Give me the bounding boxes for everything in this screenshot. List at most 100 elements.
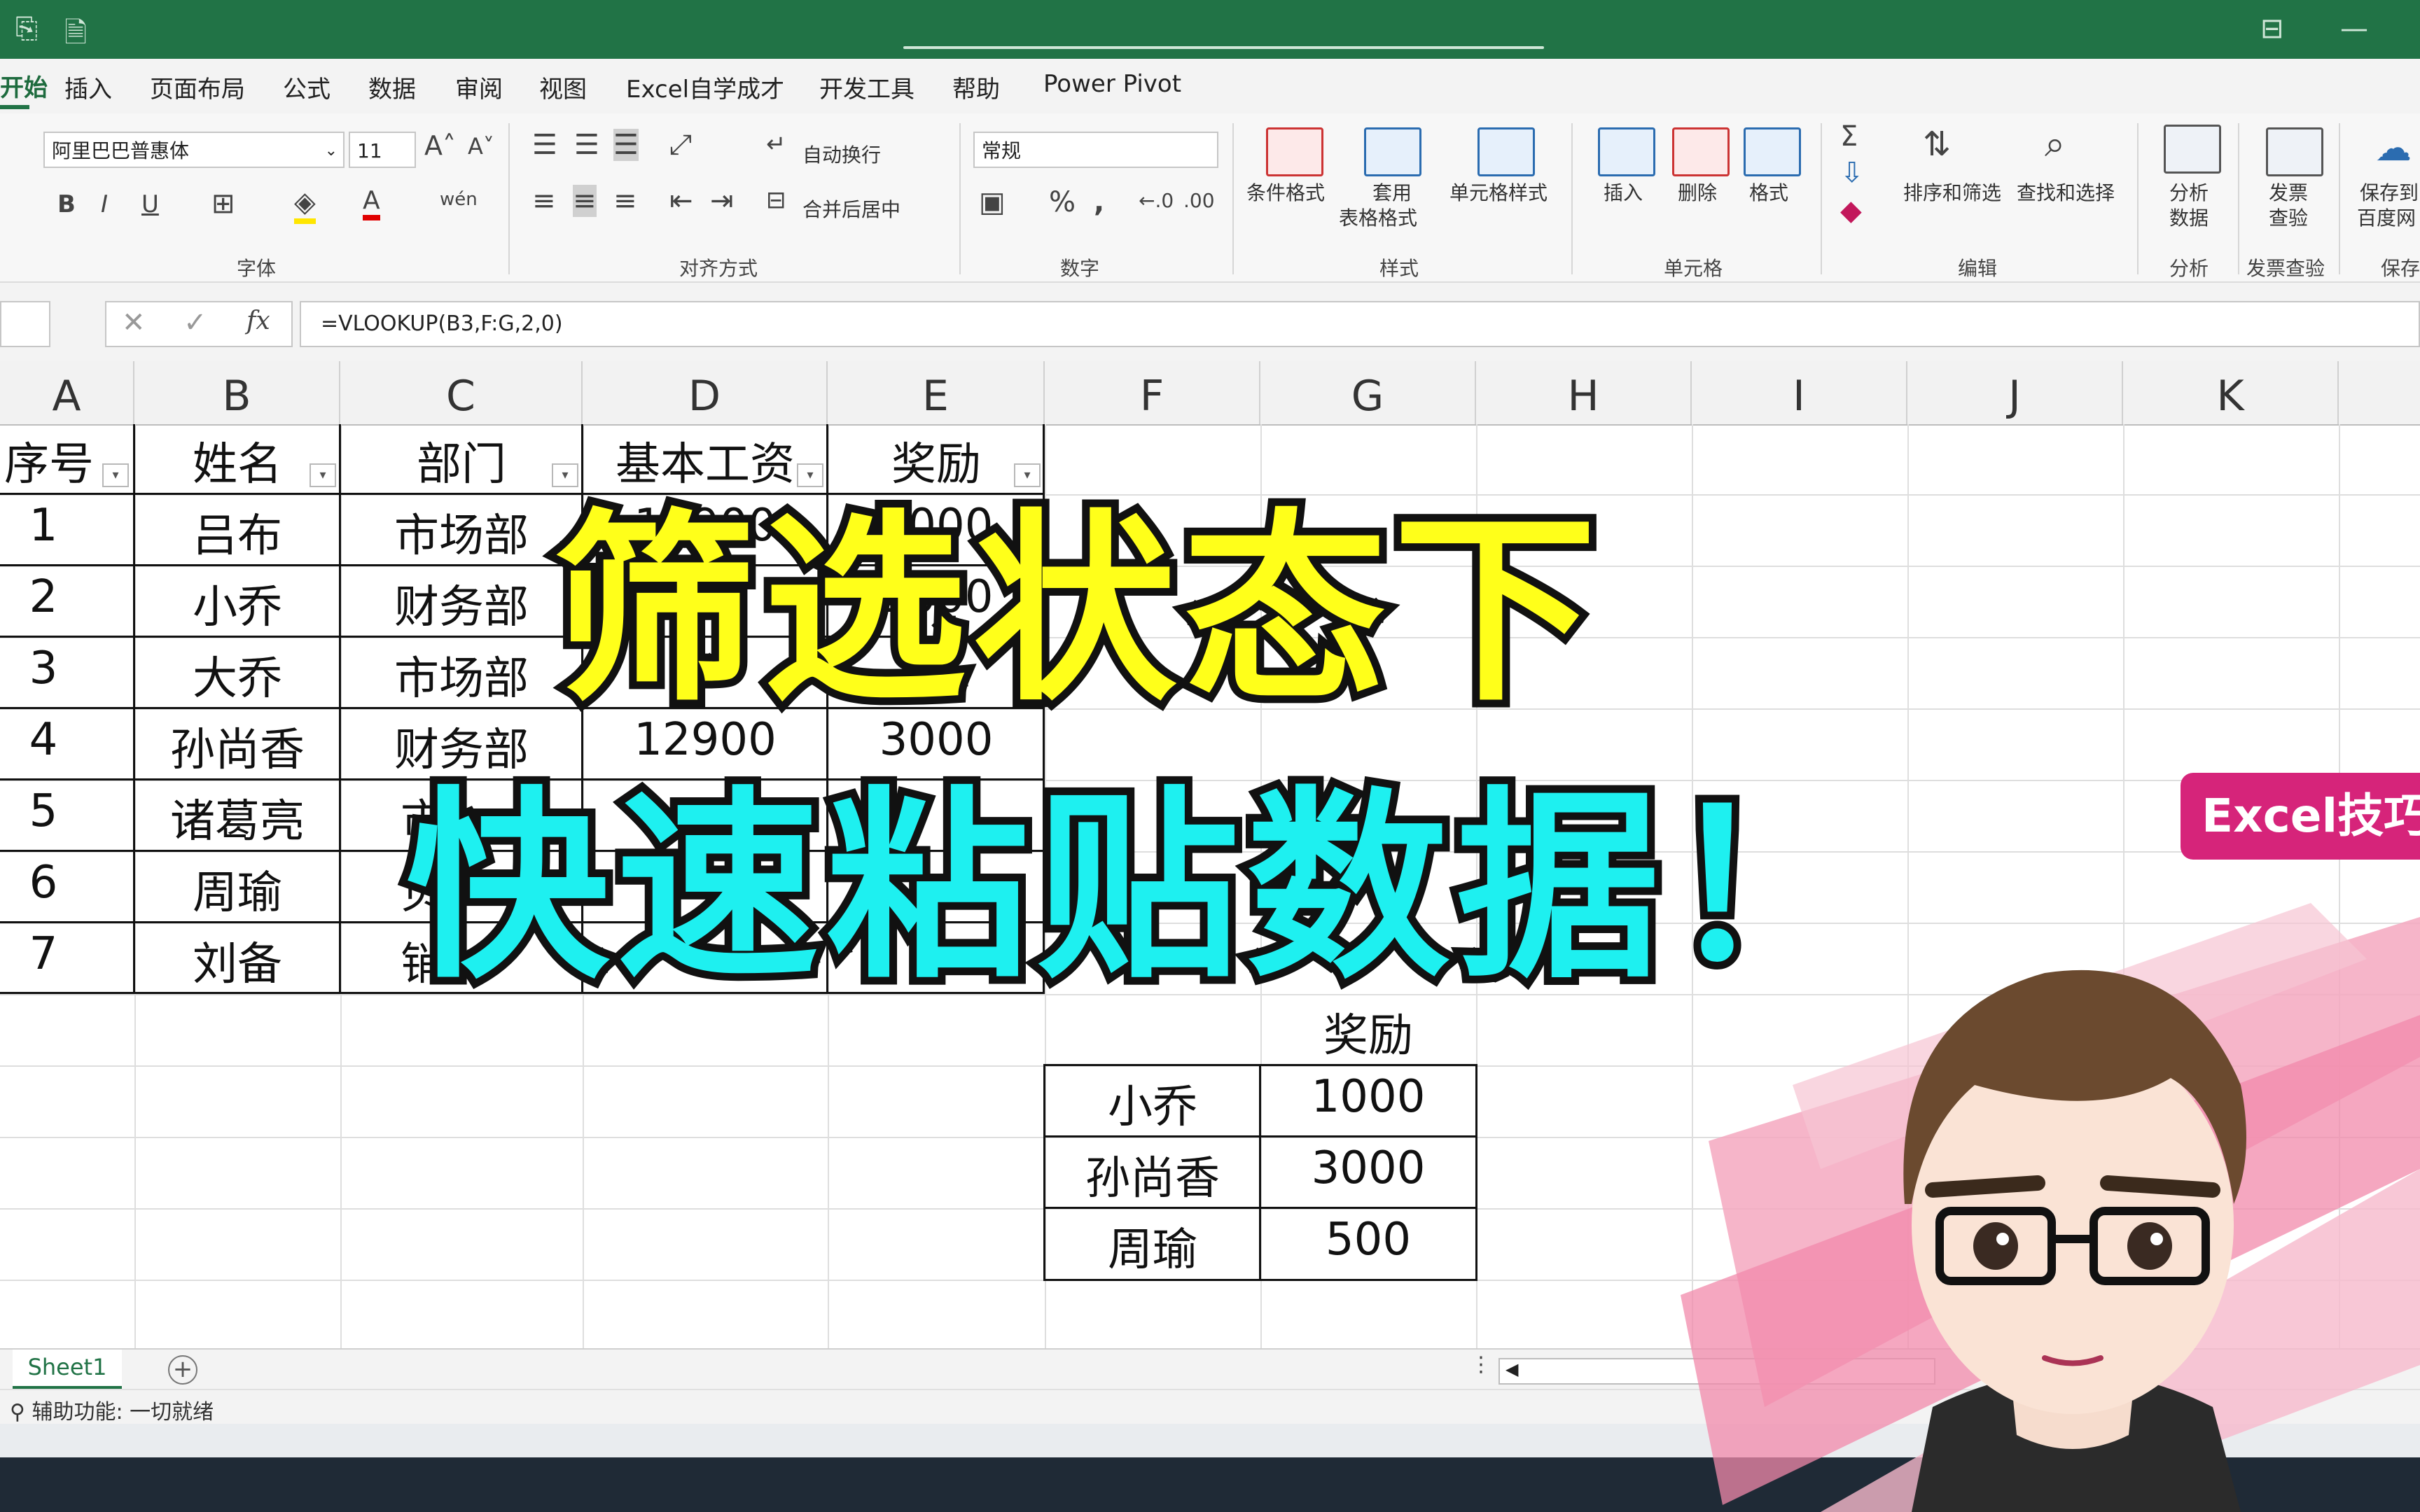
save-label-1[interactable]: 保存到	[2360, 181, 2419, 206]
italic-icon[interactable]: I	[101, 190, 108, 218]
autosave-icon[interactable]: ⎘	[15, 13, 38, 45]
column-header-k[interactable]: K	[2123, 361, 2339, 424]
underline-icon[interactable]: U	[141, 190, 159, 218]
column-header-e[interactable]: E	[828, 361, 1045, 424]
cancel-icon[interactable]: ✕	[122, 307, 146, 339]
column-header-b[interactable]: B	[134, 361, 340, 424]
increase-indent-icon[interactable]: ⇥	[710, 185, 734, 217]
tab-developer[interactable]: 开发工具	[819, 70, 915, 104]
tab-power-pivot[interactable]: Power Pivot	[1043, 70, 1181, 98]
lookup-cell[interactable]: 3000	[1260, 1142, 1476, 1194]
tab-home[interactable]: 开始	[0, 69, 48, 103]
number-format-select[interactable]: 常规	[973, 132, 1218, 168]
filter-dropdown-icon[interactable]: ▾	[797, 463, 823, 487]
sheet-tab[interactable]: Sheet1	[13, 1350, 122, 1390]
table-format-icon[interactable]	[1364, 127, 1421, 176]
align-right-icon[interactable]: ≡	[613, 185, 637, 217]
bold-icon[interactable]: B	[57, 190, 76, 218]
tab-insert[interactable]: 插入	[64, 70, 112, 104]
column-header-d[interactable]: D	[583, 361, 828, 424]
tab-view[interactable]: 视图	[539, 70, 587, 104]
filter-dropdown-icon[interactable]: ▾	[310, 463, 336, 487]
wrap-text-label[interactable]: 自动换行	[802, 140, 881, 168]
table-cell[interactable]: 周瑜	[134, 857, 340, 921]
format-cells-label[interactable]: 格式	[1749, 181, 1788, 206]
table-cell[interactable]: 孙尚香	[134, 714, 340, 778]
table-cell[interactable]: 4	[0, 714, 87, 766]
table-cell[interactable]: 6	[0, 857, 87, 909]
find-icon[interactable]: ⌕	[2045, 123, 2065, 166]
invoice-label-1[interactable]: 发票	[2269, 181, 2308, 206]
decrease-font-icon[interactable]: A˅	[468, 133, 494, 160]
column-header-j[interactable]: J	[1907, 361, 2123, 424]
table-cell[interactable]: 财务部	[340, 714, 583, 778]
header-cell-salary[interactable]: 基本工资	[583, 428, 828, 493]
table-cell[interactable]: 1	[0, 500, 87, 552]
insert-cells-label[interactable]: 插入	[1604, 181, 1643, 206]
autosum-icon[interactable]: Σ	[1840, 120, 1858, 153]
merge-icon[interactable]: ⊟	[766, 186, 786, 214]
filter-dropdown-icon[interactable]: ▾	[102, 463, 129, 487]
lookup-cell[interactable]: 孙尚香	[1045, 1142, 1260, 1207]
column-header-h[interactable]: H	[1476, 361, 1692, 424]
table-cell[interactable]: 小乔	[134, 571, 340, 636]
insert-cells-icon[interactable]	[1598, 127, 1655, 176]
align-center-icon[interactable]: ≡	[573, 185, 597, 217]
column-header-g[interactable]: G	[1260, 361, 1476, 424]
cell-styles-icon[interactable]	[1477, 127, 1535, 176]
align-middle-icon[interactable]: ☰	[574, 129, 599, 161]
decrease-indent-icon[interactable]: ⇤	[669, 185, 693, 217]
column-header-a[interactable]: A	[0, 361, 134, 424]
filter-dropdown-icon[interactable]: ▾	[552, 463, 578, 487]
accessibility-status[interactable]: ⚲ 辅助功能: 一切就绪	[10, 1394, 214, 1425]
fill-icon[interactable]: ⇩	[1840, 157, 1864, 189]
invoice-check-icon[interactable]	[2266, 127, 2323, 176]
analyze-label-1[interactable]: 分析	[2169, 181, 2209, 206]
filter-dropdown-icon[interactable]: ▾	[1014, 463, 1041, 487]
align-top-icon[interactable]: ☰	[532, 129, 557, 161]
merge-center-label[interactable]: 合并后居中	[802, 195, 900, 223]
table-cell[interactable]: 财务部	[340, 571, 583, 636]
sort-filter-label[interactable]: 排序和筛选	[1903, 181, 2001, 206]
delete-cells-label[interactable]: 删除	[1678, 181, 1717, 206]
table-cell[interactable]: 刘备	[134, 928, 340, 993]
tab-review[interactable]: 审阅	[455, 70, 503, 104]
align-bottom-icon[interactable]: ☰	[613, 129, 639, 161]
formula-input[interactable]: =VLOOKUP(B3,F:G,2,0)	[300, 301, 2420, 347]
cloud-save-icon[interactable]: ☁	[2375, 127, 2412, 169]
conditional-format-icon[interactable]	[1266, 127, 1323, 176]
enter-icon[interactable]: ✓	[183, 307, 207, 339]
analyze-data-icon[interactable]	[2164, 125, 2221, 174]
table-format-label-2[interactable]: 表格格式	[1339, 206, 1417, 231]
more-icon[interactable]: ⋮	[1470, 1352, 1491, 1377]
percent-icon[interactable]: %	[1049, 186, 1076, 218]
increase-decimal-icon[interactable]: ←.0	[1139, 189, 1174, 212]
table-cell[interactable]: 2	[0, 571, 87, 623]
column-header-c[interactable]: C	[340, 361, 583, 424]
tab-formulas[interactable]: 公式	[283, 70, 331, 104]
format-cells-icon[interactable]	[1744, 127, 1801, 176]
table-cell[interactable]: 5	[0, 785, 87, 837]
minimize-icon[interactable]: —	[2340, 13, 2368, 45]
align-left-icon[interactable]: ≡	[532, 185, 556, 217]
title-search-bar[interactable]	[903, 46, 1544, 49]
ribbon-display-icon[interactable]: ⊟	[2260, 13, 2284, 45]
increase-font-icon[interactable]: A˄	[424, 130, 456, 161]
lookup-cell[interactable]: 小乔	[1045, 1071, 1260, 1135]
column-header-i[interactable]: I	[1692, 361, 1907, 424]
cell-styles-label[interactable]: 单元格样式	[1449, 181, 1548, 206]
header-cell-dept[interactable]: 部门	[340, 428, 583, 493]
tab-help[interactable]: 帮助	[952, 70, 1000, 104]
scroll-left-icon[interactable]: ◀	[1505, 1359, 1518, 1379]
lookup-cell[interactable]: 1000	[1260, 1071, 1476, 1123]
decrease-decimal-icon[interactable]: .00	[1183, 189, 1215, 212]
tab-page-layout[interactable]: 页面布局	[150, 70, 245, 104]
currency-icon[interactable]: ▣	[979, 186, 1006, 218]
sort-filter-icon[interactable]: ⇅	[1923, 125, 1951, 164]
table-cell[interactable]: 3	[0, 643, 87, 694]
tab-data[interactable]: 数据	[368, 70, 416, 104]
lookup-header[interactable]: 奖励	[1260, 1000, 1476, 1064]
table-cell[interactable]: 大乔	[134, 643, 340, 707]
insert-function-icon[interactable]: fx	[246, 307, 270, 335]
header-cell-no[interactable]: 序号	[0, 428, 98, 493]
